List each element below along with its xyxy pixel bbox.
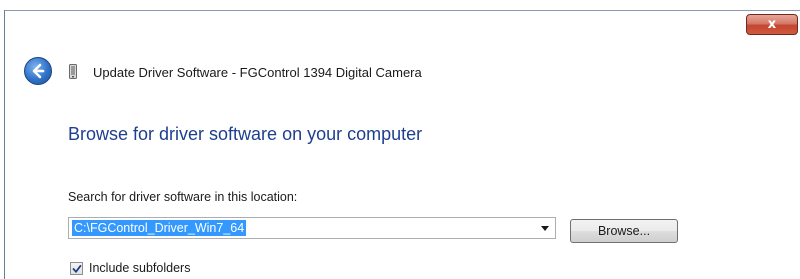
page-title: Browse for driver software on your compu… [68,124,423,144]
device-icon [69,64,77,79]
include-subfolders-label[interactable]: Include subfolders [89,261,190,275]
path-input-value[interactable]: C:\FGControl_Driver_Win7_64 [72,220,247,236]
back-arrow-icon [32,63,45,79]
window-frame-left [4,10,5,279]
chevron-down-icon[interactable] [541,226,549,231]
update-driver-dialog: x Update Driver Software - FGControl 139… [0,0,800,279]
checkmark-icon [72,264,81,273]
browse-button[interactable]: Browse... [570,219,678,243]
close-button[interactable]: x [746,14,798,35]
back-button[interactable] [24,57,52,85]
window-title: Update Driver Software - FGControl 1394 … [93,65,422,80]
include-subfolders-checkbox[interactable] [70,262,83,275]
close-icon: x [767,17,777,32]
search-location-label: Search for driver software in this locat… [68,190,298,204]
path-combobox[interactable]: C:\FGControl_Driver_Win7_64 [68,217,556,239]
window-frame-top [4,10,800,11]
